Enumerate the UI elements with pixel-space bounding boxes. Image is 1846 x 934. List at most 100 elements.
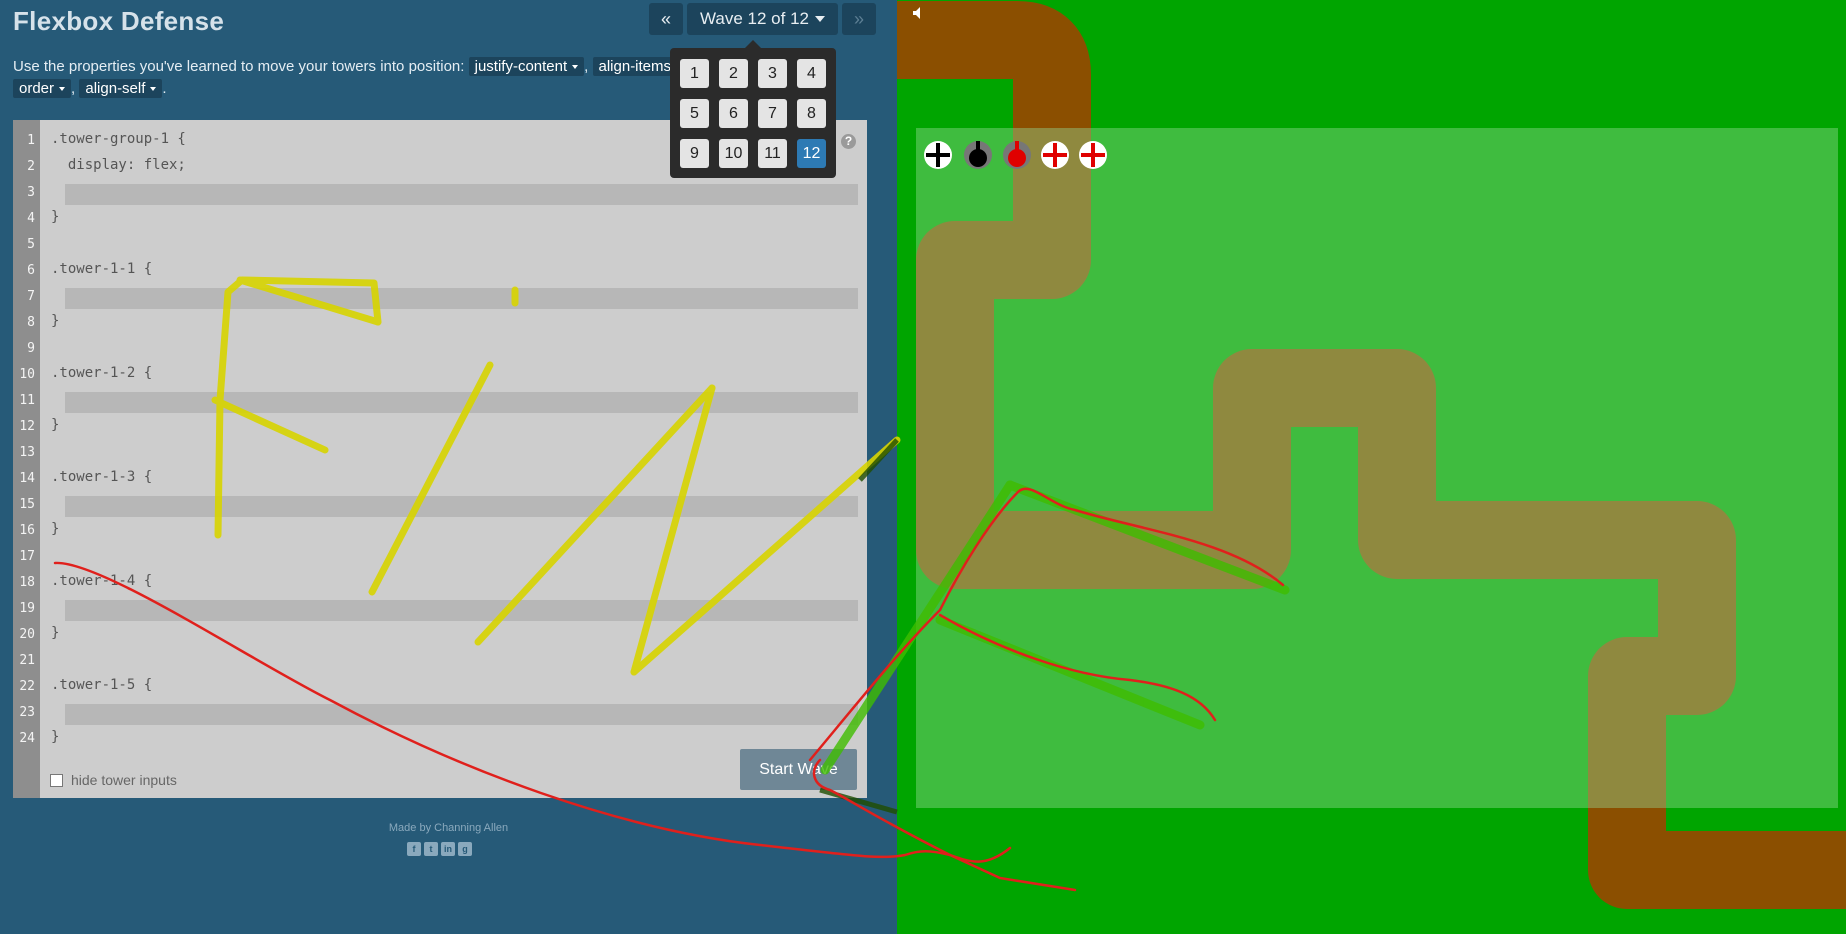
line-number: 14 (19, 471, 35, 486)
line-number: 10 (19, 367, 35, 382)
property-label: order (19, 80, 55, 97)
code-line: .tower-1-4 { (51, 573, 153, 589)
bomb-icon (969, 149, 987, 167)
caret-down-icon (572, 65, 579, 70)
line-number: 6 (27, 263, 35, 278)
start-wave-button[interactable]: Start Wave (740, 749, 857, 790)
code-line: } (51, 209, 60, 225)
tower-1-4[interactable] (1041, 141, 1069, 169)
code-line: } (51, 729, 60, 745)
game-board (897, 0, 1846, 934)
code-line: .tower-1-5 { (51, 677, 153, 693)
wave-7-button[interactable]: 7 (758, 99, 787, 128)
code-line: } (51, 313, 60, 329)
line-number: 9 (27, 341, 35, 356)
property-order[interactable]: order (13, 79, 72, 98)
line-number: 20 (19, 627, 35, 642)
css-property-input[interactable] (65, 184, 858, 205)
hide-tower-inputs-checkbox[interactable] (50, 773, 63, 787)
wave-picker-popup: 1 2 3 4 5 6 7 8 9 10 11 12 (670, 40, 836, 178)
code-line: .tower-1-1 { (51, 261, 153, 277)
tower-1-2[interactable] (964, 141, 992, 169)
twitter-icon[interactable]: t (424, 842, 438, 856)
help-icon[interactable]: ? (841, 134, 856, 149)
wave-4-button[interactable]: 4 (797, 59, 826, 88)
hide-tower-inputs-label: hide tower inputs (71, 772, 177, 788)
line-number: 3 (27, 185, 35, 200)
wave-label: Wave 12 of 12 (700, 9, 809, 28)
code-line: .tower-1-3 { (51, 469, 153, 485)
line-number: 16 (19, 523, 35, 538)
gun-crossbar (926, 153, 950, 157)
wave-dropdown[interactable]: Wave 12 of 12 (687, 3, 838, 35)
line-number: 11 (19, 393, 35, 408)
line-number: 8 (27, 315, 35, 330)
hide-tower-inputs-toggle[interactable]: hide tower inputs (50, 772, 177, 788)
line-number: 22 (19, 679, 35, 694)
gun-crossbar (1043, 153, 1067, 157)
caret-down-icon (150, 87, 157, 92)
previous-wave-button[interactable]: « (649, 3, 683, 35)
speaker-icon[interactable] (912, 6, 926, 25)
css-property-input[interactable] (65, 704, 858, 725)
line-number: 24 (19, 731, 35, 746)
app-title: Flexbox Defense (13, 6, 225, 36)
line-number: 4 (27, 211, 35, 226)
wave-8-button[interactable]: 8 (797, 99, 826, 128)
property-label: justify-content (474, 58, 568, 75)
double-chevron-left-icon: « (660, 8, 671, 29)
facebook-icon[interactable]: f (407, 842, 421, 856)
wave-5-button[interactable]: 5 (680, 99, 709, 128)
bomb-icon (1008, 149, 1026, 167)
instructions-sentence: Use the properties you've learned to mov… (13, 58, 465, 75)
line-number: 19 (19, 601, 35, 616)
line-number: 15 (19, 497, 35, 512)
wave-12-button[interactable]: 12 (797, 139, 826, 168)
code-line: .tower-1-2 { (51, 365, 153, 381)
bomb-fuse (1015, 141, 1019, 151)
gun-crossbar (1081, 153, 1105, 157)
instructions-panel: Flexbox Defense « Wave 12 of 12 » Use th… (0, 0, 897, 934)
wave-grid: 1 2 3 4 5 6 7 8 9 10 11 12 (680, 59, 826, 168)
line-number: 1 (27, 133, 35, 148)
credit-text: Made by Channing Allen (388, 822, 509, 834)
line-number: 18 (19, 575, 35, 590)
css-property-input[interactable] (65, 392, 858, 413)
line-number: 13 (19, 445, 35, 460)
property-justify-content[interactable]: justify-content (468, 57, 585, 76)
linkedin-icon[interactable]: in (441, 842, 455, 856)
line-number: 23 (19, 705, 35, 720)
github-icon[interactable]: g (458, 842, 472, 856)
caret-down-icon (815, 16, 825, 22)
css-property-input[interactable] (65, 496, 858, 517)
wave-navigation: « Wave 12 of 12 » (649, 3, 876, 35)
social-links: f t in g (407, 842, 472, 856)
line-number-gutter: 1 2 3 4 5 6 7 8 9 10 11 12 13 14 15 16 17 18 19 20 21 22 23 24 (13, 120, 40, 798)
property-align-self[interactable]: align-self (79, 79, 163, 98)
line-number: 17 (19, 549, 35, 564)
css-property-input[interactable] (65, 600, 858, 621)
wave-9-button[interactable]: 9 (680, 139, 709, 168)
property-label: align-self (85, 80, 146, 97)
line-number: 12 (19, 419, 35, 434)
line-number: 2 (27, 159, 35, 174)
wave-6-button[interactable]: 6 (719, 99, 748, 128)
line-number: 21 (19, 653, 35, 668)
line-number: 5 (27, 237, 35, 252)
code-line: .tower-group-1 { (51, 131, 186, 147)
code-line: } (51, 417, 60, 433)
tower-1-5[interactable] (1079, 141, 1107, 169)
caret-down-icon (59, 87, 66, 92)
tower-1-3[interactable] (1003, 141, 1031, 169)
code-editor: 1 2 3 4 5 6 7 8 9 10 11 12 13 14 15 16 17 18 19 20 21 22 23 24 … (13, 120, 867, 798)
wave-11-button[interactable]: 11 (758, 139, 787, 168)
double-chevron-right-icon: » (853, 8, 864, 29)
css-property-input[interactable] (65, 288, 858, 309)
wave-2-button[interactable]: 2 (719, 59, 748, 88)
wave-3-button[interactable]: 3 (758, 59, 787, 88)
wave-10-button[interactable]: 10 (719, 139, 748, 168)
tower-1-1[interactable] (924, 141, 952, 169)
next-wave-button[interactable]: » (842, 3, 876, 35)
code-line: display: flex; (51, 157, 186, 173)
wave-1-button[interactable]: 1 (680, 59, 709, 88)
